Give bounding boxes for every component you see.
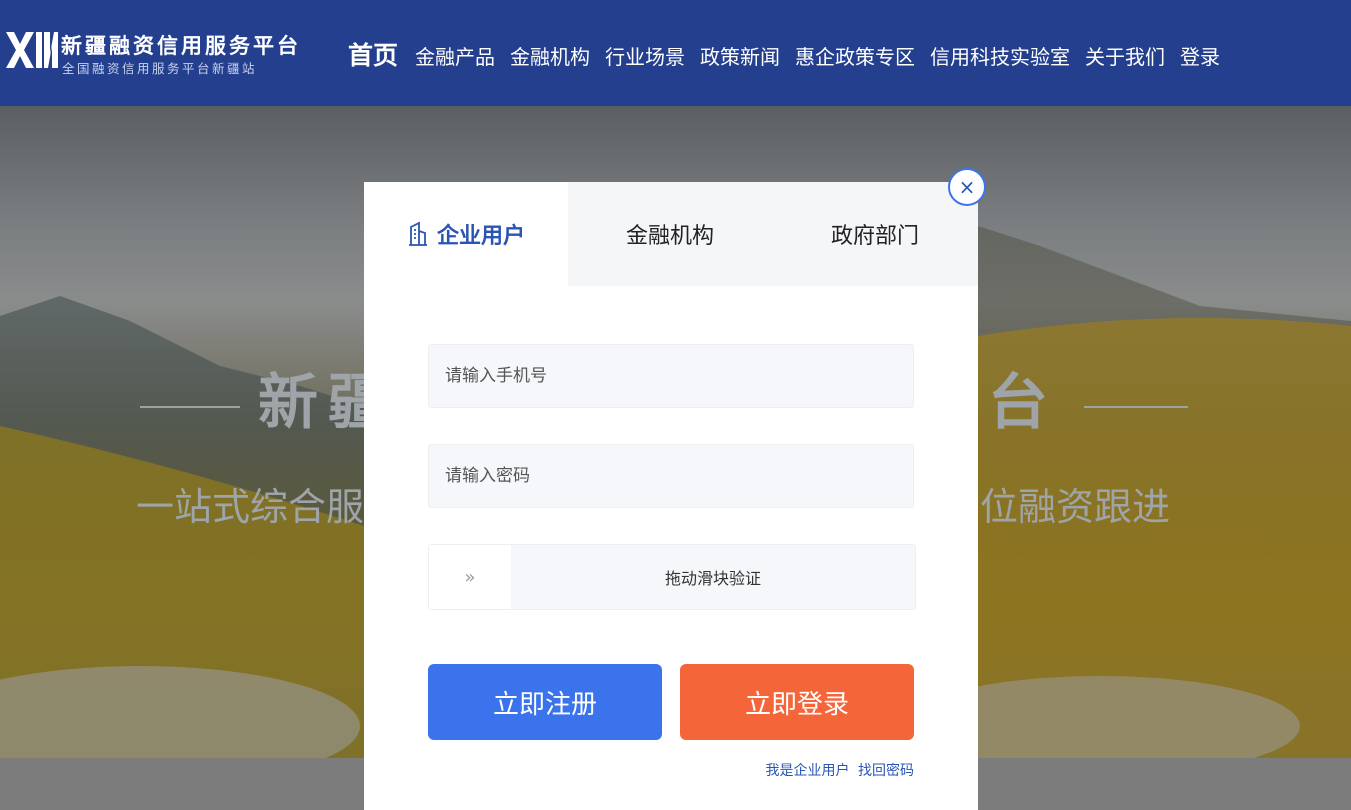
building-icon xyxy=(408,221,427,246)
phone-input[interactable] xyxy=(429,345,913,407)
slider-captcha: » 拖动滑块验证 xyxy=(428,544,916,610)
nav-home[interactable]: 首页 xyxy=(348,36,398,72)
user-type-tabs: 企业用户 金融机构 政府部门 xyxy=(364,182,978,286)
nav-login[interactable]: 登录 xyxy=(1180,41,1220,70)
site-title: 新疆融资信用服务平台 xyxy=(61,34,301,58)
recover-password-link[interactable]: 找回密码 xyxy=(858,763,914,779)
tab-financial-institution[interactable]: 金融机构 xyxy=(568,182,772,286)
nav-industry-scenes[interactable]: 行业场景 xyxy=(605,41,685,70)
hero-title-right: 台 xyxy=(988,368,1048,438)
nav-about-us[interactable]: 关于我们 xyxy=(1085,41,1165,70)
tab-government-label: 政府部门 xyxy=(830,224,919,249)
user-role-link[interactable]: 我是企业用户 xyxy=(766,763,850,779)
hero-divider-right xyxy=(1084,406,1188,408)
login-modal: 企业用户 金融机构 政府部门 » 拖动滑块验证 立即注册 立即登录 我是企业用户… xyxy=(364,182,978,810)
hero-subtitle-left: 一站式综合服 xyxy=(136,485,365,529)
login-button[interactable]: 立即登录 xyxy=(680,664,914,740)
password-input[interactable] xyxy=(429,445,913,507)
nav-policy-news[interactable]: 政策新闻 xyxy=(700,41,780,70)
close-icon: × xyxy=(958,175,976,199)
tab-enterprise-user[interactable]: 企业用户 xyxy=(364,182,568,286)
tab-government-department[interactable]: 政府部门 xyxy=(772,182,978,286)
top-header: 新疆融资信用服务平台 全国融资信用服务平台新疆站 首页 金融产品 金融机构 行业… xyxy=(0,0,1351,106)
slider-hint: 拖动滑块验证 xyxy=(664,569,761,588)
hero-title-left: 新 xyxy=(258,368,318,438)
tab-financial-label: 金融机构 xyxy=(625,224,714,249)
register-button[interactable]: 立即注册 xyxy=(428,664,662,740)
double-chevron-right-icon: » xyxy=(464,566,476,588)
nav-financial-institutions[interactable]: 金融机构 xyxy=(510,41,590,70)
nav-policy-zone[interactable]: 惠企政策专区 xyxy=(795,41,915,70)
tab-enterprise-label: 企业用户 xyxy=(436,224,525,249)
nav-financial-products[interactable]: 金融产品 xyxy=(415,41,495,70)
phone-field xyxy=(428,344,914,408)
hero-subtitle-right: 位融资跟进 xyxy=(980,485,1171,529)
password-field xyxy=(428,444,914,508)
site-subtitle: 全国融资信用服务平台新疆站 xyxy=(62,61,258,76)
logo-icon xyxy=(6,32,58,68)
modal-footer-links: 我是企业用户 找回密码 xyxy=(766,760,914,780)
main-nav: 首页 金融产品 金融机构 行业场景 政策新闻 惠企政策专区 信用科技实验室 关于… xyxy=(348,36,1235,72)
slider-handle[interactable]: » xyxy=(429,545,511,609)
hero-divider-left xyxy=(140,406,240,408)
nav-credit-lab[interactable]: 信用科技实验室 xyxy=(930,41,1070,70)
close-modal-button[interactable]: × xyxy=(948,168,986,206)
